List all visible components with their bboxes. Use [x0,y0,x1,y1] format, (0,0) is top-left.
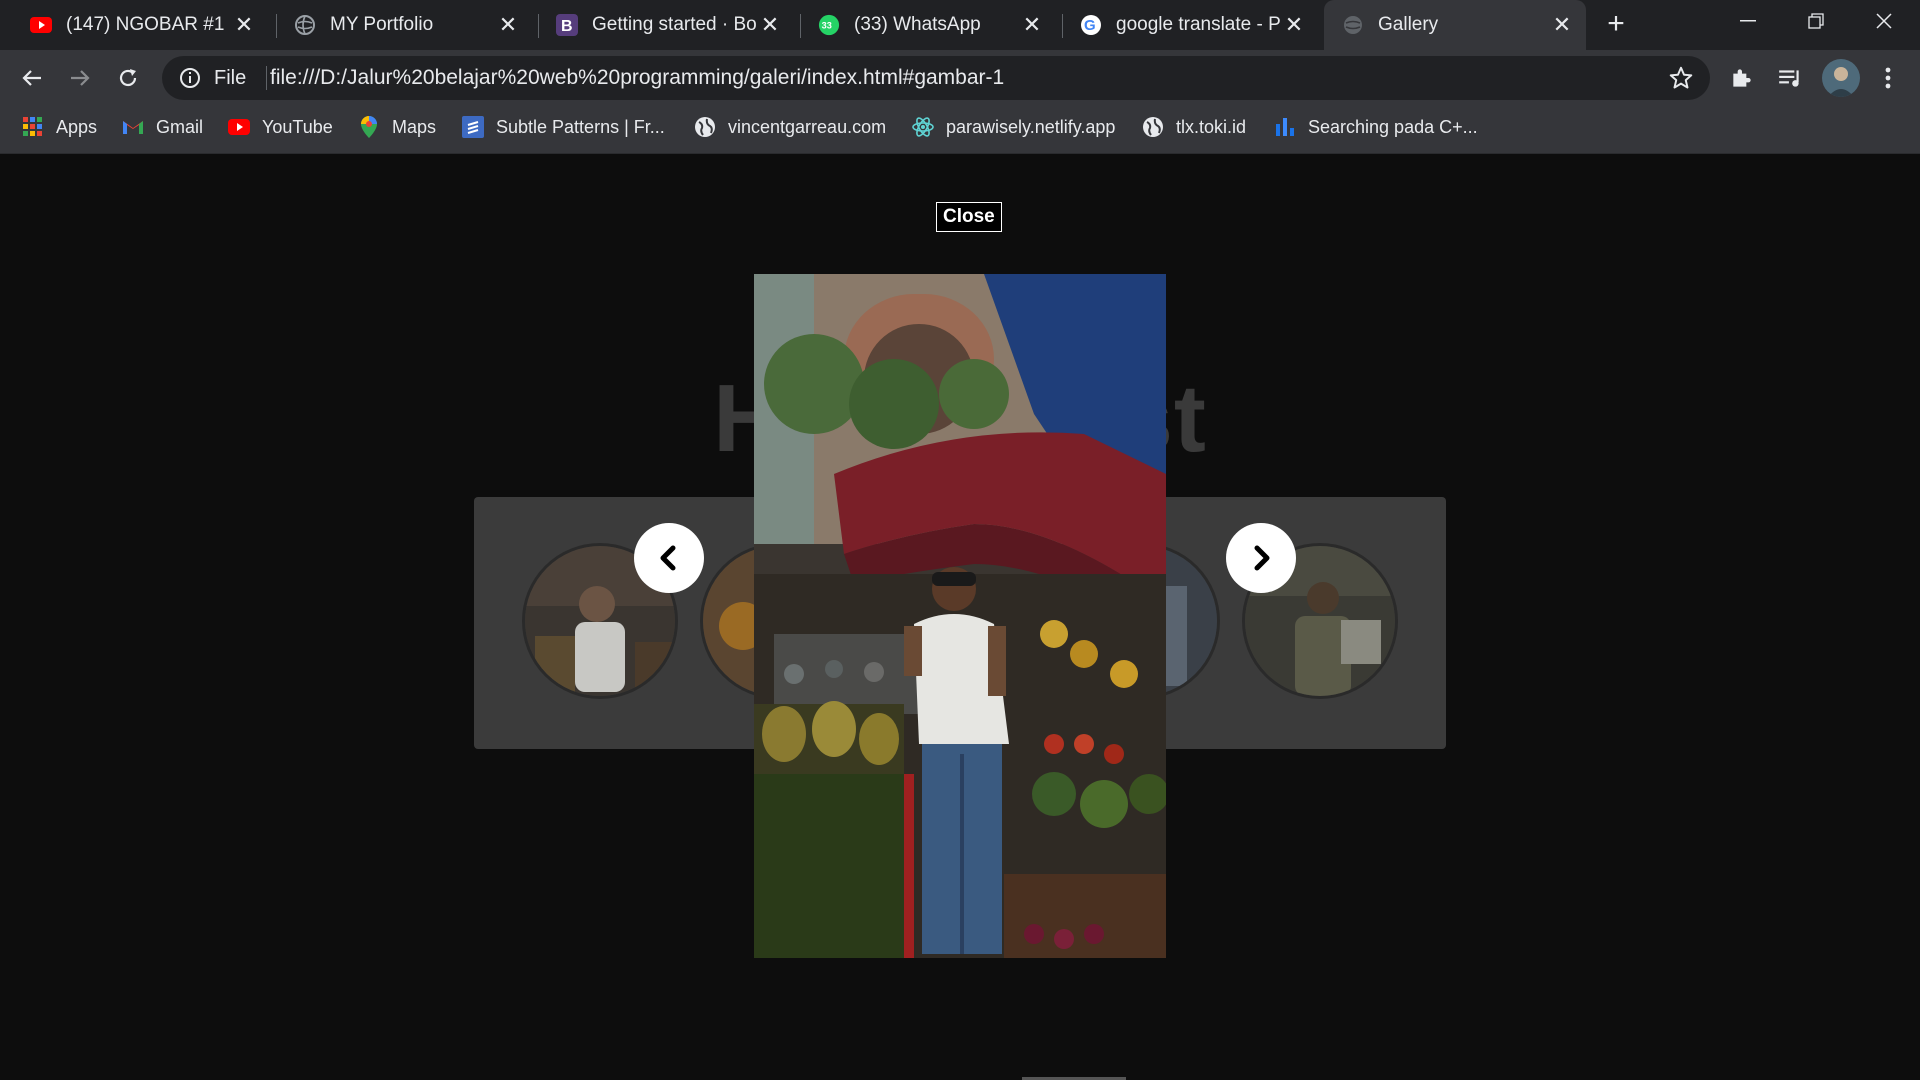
google-icon: G [1080,14,1102,36]
arrow-right-icon [71,70,90,86]
bookmark-apps[interactable]: Apps [22,106,97,148]
minimize-icon [1740,20,1756,22]
profile-avatar[interactable] [1822,59,1860,97]
netlify-icon [912,116,934,138]
bookmark-codeforces[interactable]: Searching pada C+... [1274,106,1478,148]
globe-icon [294,14,316,36]
bookmark-subtle-patterns[interactable]: Subtle Patterns | Fr... [462,106,665,148]
close-tab-icon[interactable]: ✕ [1280,11,1308,39]
globe-icon [694,116,716,138]
bookmark-vincentgarreau[interactable]: vincentgarreau.com [694,106,886,148]
gmail-icon [122,116,144,138]
next-button[interactable] [1226,523,1296,593]
tab-portfolio[interactable]: MY Portfolio ✕ [264,0,532,50]
page-content: Huest Close [0,154,1920,1080]
bookmarks-bar: Apps Gmail YouTube Maps Subtle Patterns … [0,106,1920,154]
tab-title: Getting started · Boo [592,14,756,35]
lightbox-image [754,274,1166,958]
more-vertical-icon [1885,67,1891,89]
maps-icon [358,116,380,138]
tab-google-translate[interactable]: G google translate - Pe ✕ [1050,0,1318,50]
bootstrap-icon: B [556,14,578,36]
close-window-button[interactable] [1850,0,1918,42]
reload-icon [119,69,137,87]
close-tab-icon[interactable]: ✕ [1018,11,1046,39]
globe-icon [1342,14,1364,36]
media-controls-button[interactable] [1774,62,1806,94]
puzzle-icon [1733,69,1751,87]
extensions-button[interactable] [1726,62,1758,94]
menu-button[interactable] [1872,62,1904,94]
youtube-icon [228,116,250,138]
youtube-icon [30,14,52,36]
back-button[interactable] [14,60,50,96]
bookmark-label: Subtle Patterns | Fr... [496,116,665,137]
tab-title: MY Portfolio [330,14,434,35]
bookmark-gmail[interactable]: Gmail [122,106,203,148]
bookmark-label: vincentgarreau.com [728,116,887,137]
tab-bootstrap[interactable]: B Getting started · Boo ✕ [526,0,794,50]
bookmark-label: parawisely.netlify.app [946,116,1116,137]
info-icon[interactable] [178,66,202,90]
chevron-left-icon [660,545,676,571]
restore-icon [1808,13,1824,29]
svg-text:B: B [561,18,573,35]
svg-text:33: 33 [822,21,832,31]
tab-youtube[interactable]: (147) NGOBAR #1 : M ✕ [0,0,268,50]
close-icon [1876,13,1892,29]
forward-button[interactable] [62,60,98,96]
close-tab-icon[interactable]: ✕ [230,11,258,39]
bookmark-maps[interactable]: Maps [358,106,436,148]
close-button[interactable]: Close [936,202,1002,232]
bookmark-label: Maps [392,116,437,137]
bookmark-label: Searching pada C+... [1308,116,1478,137]
bookmark-tlx-toki[interactable]: tlx.toki.id [1142,106,1246,148]
codeforces-icon [1274,116,1296,138]
previous-button[interactable] [634,523,704,593]
bookmark-label: Apps [56,116,98,137]
tab-whatsapp[interactable]: 33 (33) WhatsApp ✕ [788,0,1056,50]
bookmark-label: YouTube [262,116,333,137]
reload-button[interactable] [110,60,146,96]
svg-text:G: G [1084,17,1096,34]
close-tab-icon[interactable]: ✕ [1548,11,1576,39]
tab-gallery-active[interactable]: Gallery ✕ [1324,0,1586,50]
tab-title: (147) NGOBAR #1 : M [66,14,230,35]
browser-toolbar: File file:///D:/Jalur%20belajar%20web%20… [0,50,1920,106]
restore-button[interactable] [1782,0,1850,42]
url-text[interactable]: file:///D:/Jalur%20belajar%20web%20progr… [270,66,1004,90]
omnibox-divider [266,66,267,90]
star-icon[interactable] [1668,65,1694,91]
apps-grid-icon [22,116,44,138]
scheme-label: File [214,67,247,89]
globe-icon [1142,116,1164,138]
tab-title: (33) WhatsApp [854,14,981,35]
bookmark-label: Gmail [156,116,204,137]
new-tab-button[interactable]: + [1600,9,1632,41]
chevron-right-icon [1254,545,1270,571]
tab-title: Gallery [1378,14,1439,35]
whatsapp-icon: 33 [818,14,840,36]
playlist-icon [1779,70,1799,87]
tab-title: google translate - Pe [1116,14,1280,35]
subtle-patterns-icon [462,116,484,138]
close-tab-icon[interactable]: ✕ [494,11,522,39]
avatar-icon [1822,59,1860,97]
tab-strip: (147) NGOBAR #1 : M ✕ MY Portfolio ✕ B G… [0,0,1920,50]
close-tab-icon[interactable]: ✕ [756,11,784,39]
bookmark-parawisely[interactable]: parawisely.netlify.app [912,106,1115,148]
bookmark-label: tlx.toki.id [1176,116,1247,137]
arrow-left-icon [22,70,41,86]
bookmark-youtube[interactable]: YouTube [228,106,333,148]
minimize-button[interactable] [1714,0,1782,42]
address-bar[interactable]: File file:///D:/Jalur%20belajar%20web%20… [162,56,1710,100]
